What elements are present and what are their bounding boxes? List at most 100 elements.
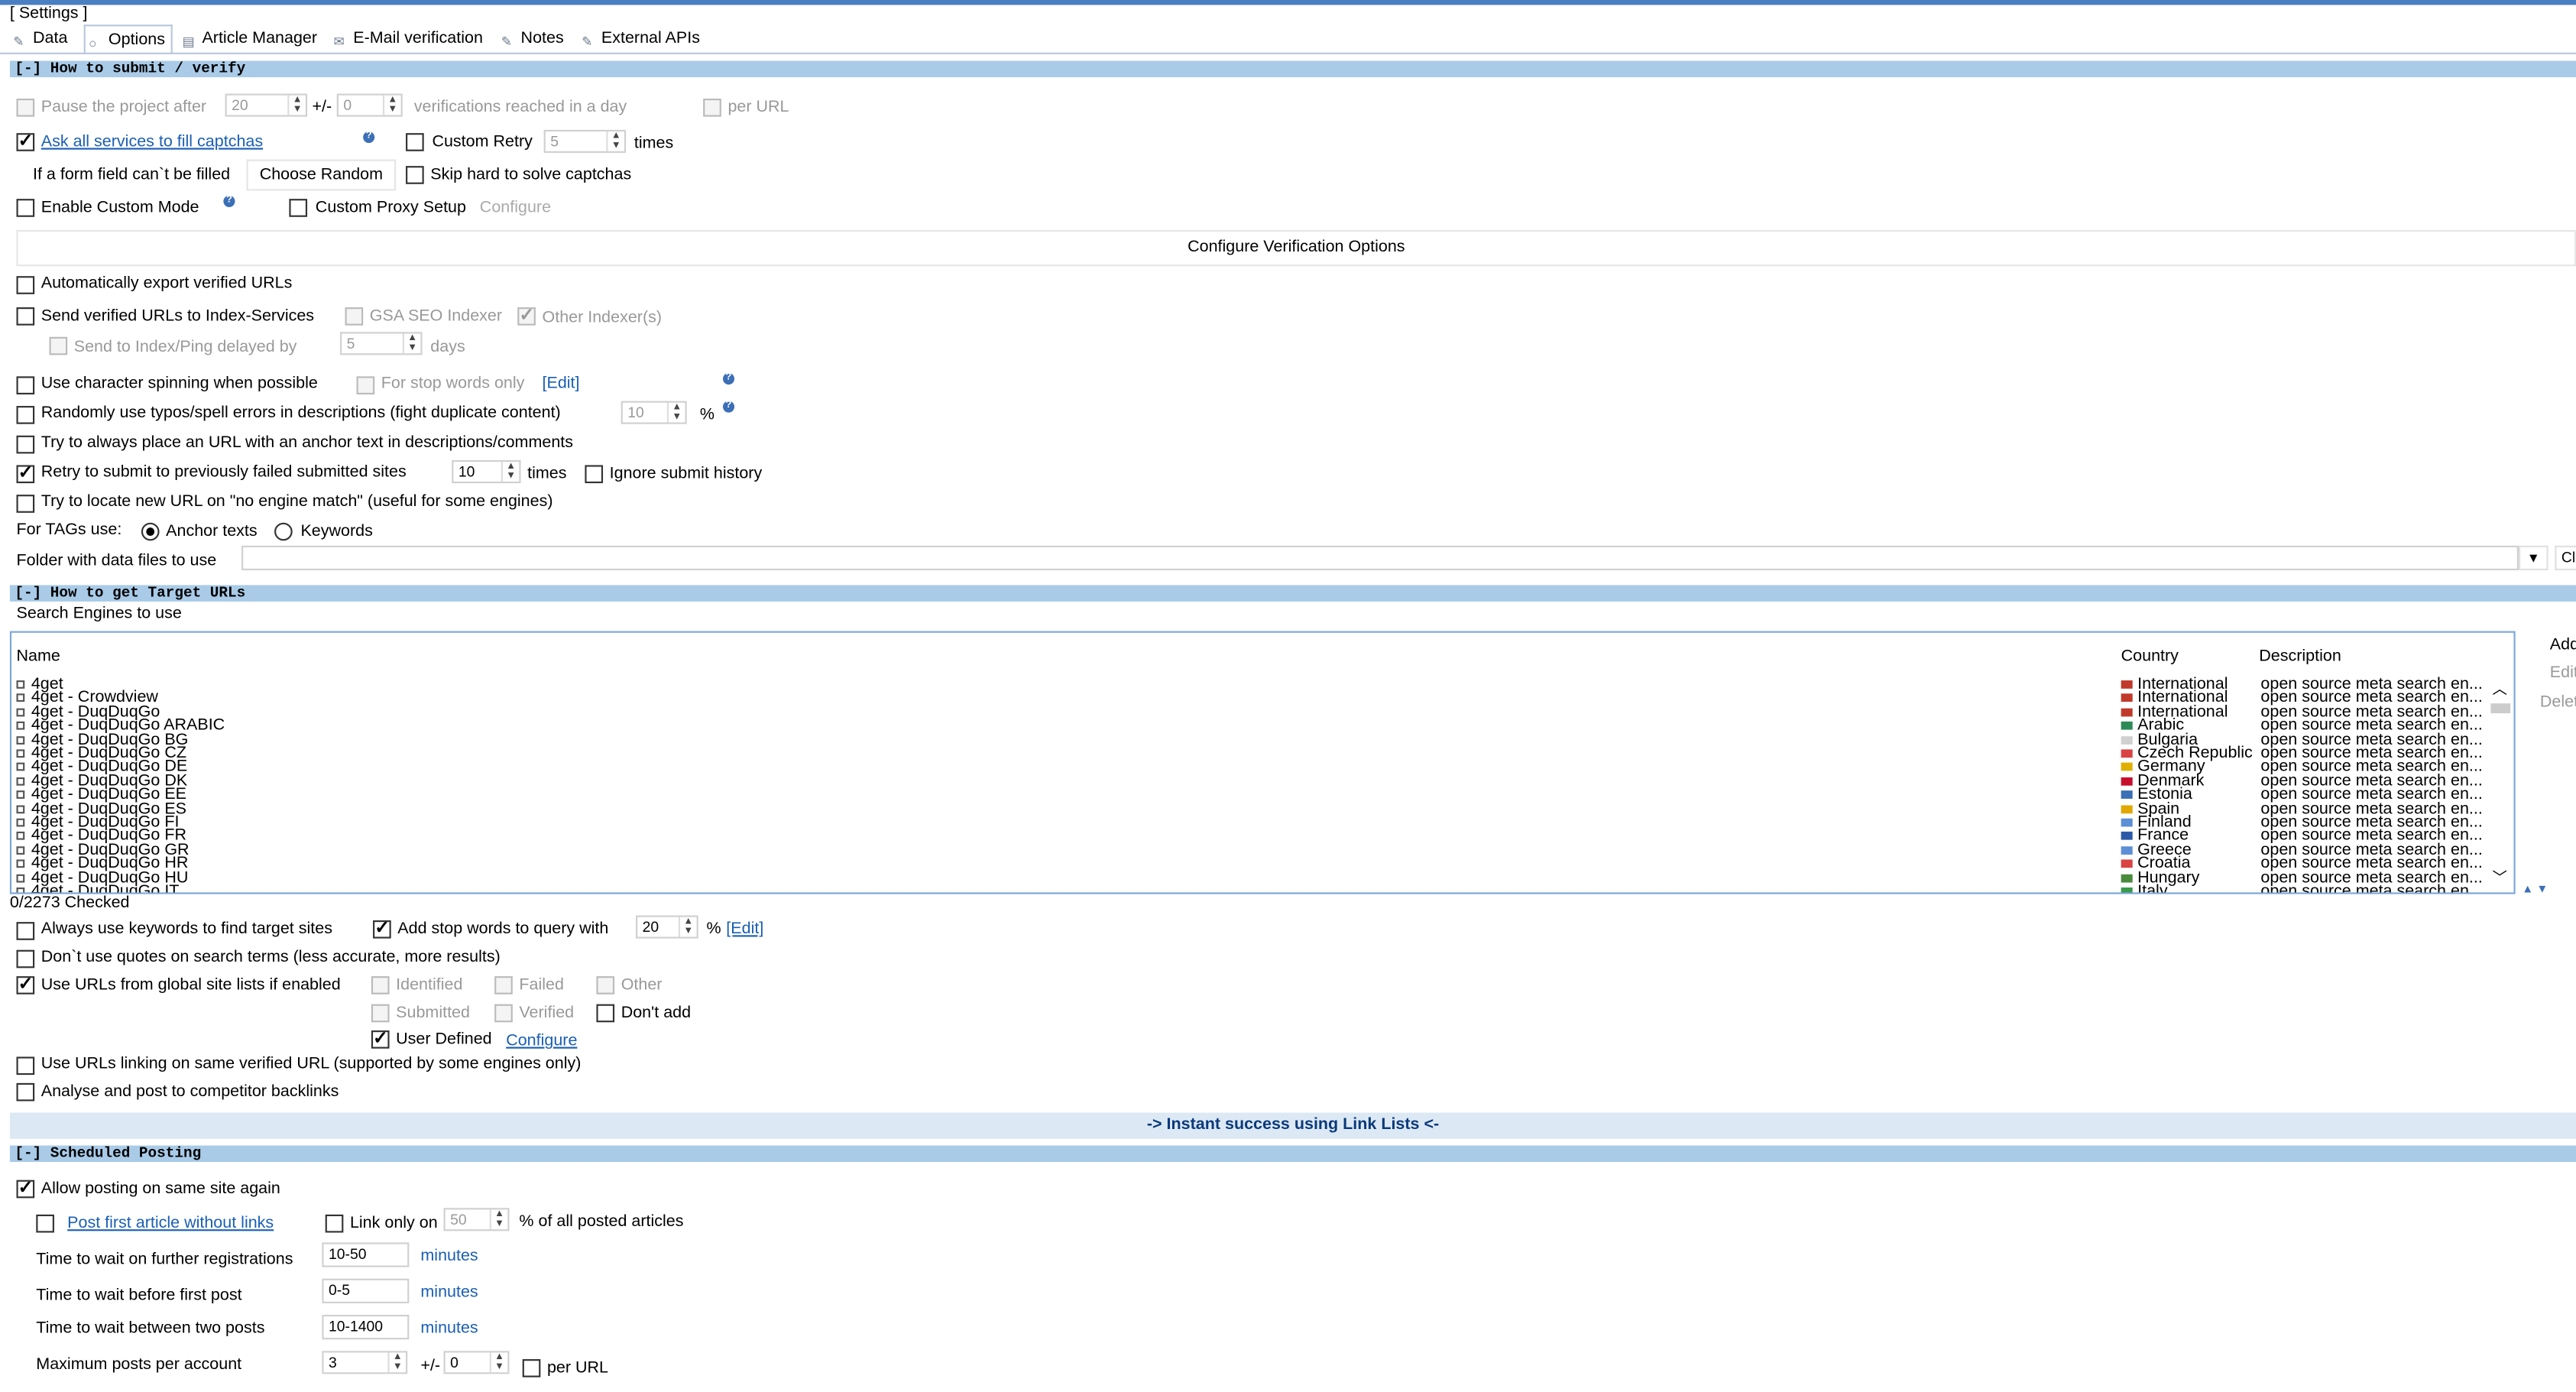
skip-hard-checkbox[interactable]	[406, 166, 424, 184]
table-row[interactable]: 4get - DuqDuqGo EE Estonia open source met…	[11, 787, 2493, 803]
pause-project-checkbox[interactable]	[16, 99, 35, 117]
tab-options[interactable]: ○ Options	[83, 24, 173, 54]
wait-registrations-input[interactable]: 10-50	[322, 1242, 410, 1267]
row-checkbox[interactable]	[16, 790, 25, 800]
row-checkbox[interactable]	[16, 722, 25, 731]
row-checkbox[interactable]	[16, 859, 25, 868]
max-posts-variance-stepper[interactable]: 0 ▲ ▼	[443, 1351, 510, 1374]
section-header-scheduled[interactable]: [-] Scheduled Posting	[9, 1145, 2576, 1163]
row-checkbox[interactable]	[16, 845, 25, 855]
table-row[interactable]: 4get - DuqDuqGo CZ Czech Republic open sou…	[11, 745, 2493, 762]
user-defined-configure-link[interactable]: Configure	[506, 1032, 577, 1052]
tab-notes[interactable]: ✎ Notes	[497, 24, 570, 53]
identified-checkbox[interactable]	[371, 976, 390, 995]
no-quotes-checkbox[interactable]	[16, 949, 35, 969]
table-row[interactable]: 4get - DuqDuqGo International open source …	[11, 704, 2493, 720]
retry-value-stepper[interactable]: 5 ▲ ▼	[543, 129, 627, 153]
retry-failed-stepper[interactable]: 10 ▲ ▼	[452, 460, 521, 484]
stepper-arrows-icon[interactable]: ▲ ▼	[489, 1209, 508, 1230]
edit-engine-button[interactable]: Edit	[2550, 664, 2576, 684]
row-checkbox[interactable]	[16, 804, 25, 813]
anchor-place-checkbox[interactable]	[16, 435, 35, 454]
pause-value-stepper[interactable]: 20 ▲ ▼	[225, 93, 308, 117]
sort-arrows-icon[interactable]: ▲ ▼	[2522, 884, 2548, 896]
scrollbar-thumb[interactable]	[2490, 703, 2511, 714]
column-header-country[interactable]: Country	[2121, 647, 2179, 666]
info-icon[interactable]: ?	[723, 373, 735, 385]
ask-services-link[interactable]: Ask all services to fill captchas	[41, 133, 263, 153]
verified-checkbox[interactable]	[494, 1004, 513, 1023]
row-checkbox[interactable]	[16, 708, 25, 716]
other-indexer-checkbox[interactable]: ✓	[517, 307, 536, 326]
ignore-history-checkbox[interactable]	[585, 465, 604, 484]
stepper-arrows-icon[interactable]: ▲ ▼	[666, 402, 685, 423]
linking-same-checkbox[interactable]	[16, 1056, 35, 1076]
stop-words-stepper[interactable]: 20 ▲ ▼	[636, 915, 698, 939]
stepper-arrows-icon[interactable]: ▲ ▼	[402, 333, 421, 354]
stepper-arrows-icon[interactable]: ▲ ▼	[387, 1352, 406, 1373]
typos-checkbox[interactable]	[16, 406, 35, 424]
wait-between-posts-input[interactable]: 10-1400	[322, 1315, 410, 1340]
gsa-indexer-checkbox[interactable]	[345, 307, 364, 326]
custom-mode-checkbox[interactable]	[16, 199, 35, 217]
auto-export-checkbox[interactable]	[16, 276, 35, 294]
table-row[interactable]: 4get - DuqDuqGo GR Greece open source meta…	[11, 842, 2493, 858]
section-header-targets[interactable]: [-] How to get Target URLs	[9, 585, 2576, 602]
table-row[interactable]: 4get - DuqDuqGo IT Italy open source meta …	[11, 884, 2493, 893]
folder-dropdown-icon[interactable]: ▼	[2518, 545, 2548, 571]
always-keywords-checkbox[interactable]	[16, 922, 35, 940]
row-checkbox[interactable]	[16, 763, 25, 772]
locate-new-checkbox[interactable]	[16, 495, 35, 513]
retry-failed-checkbox[interactable]: ✓	[16, 464, 35, 484]
row-checkbox[interactable]	[16, 818, 25, 827]
send-delayed-checkbox[interactable]	[49, 336, 68, 355]
table-row[interactable]: 4get - DuqDuqGo HR Croatia open source met…	[11, 855, 2493, 872]
configure-verification-button[interactable]: Configure Verification Options	[16, 230, 2576, 267]
folder-clear-button[interactable]: Cl	[2555, 545, 2576, 571]
row-checkbox[interactable]	[16, 680, 25, 689]
column-header-name[interactable]: Name	[17, 647, 60, 666]
row-checkbox[interactable]	[16, 735, 25, 745]
column-header-description[interactable]: Description	[2259, 647, 2341, 666]
section-header-submit[interactable]: [-] How to submit / verify	[9, 60, 2576, 78]
other-checkbox[interactable]	[596, 976, 615, 995]
table-row[interactable]: 4get - DuqDuqGo HU Hungary open source met…	[11, 870, 2493, 886]
char-spin-checkbox[interactable]	[16, 376, 35, 394]
typos-stepper[interactable]: 10 ▲ ▼	[621, 401, 687, 424]
table-row[interactable]: 4get - DuqDuqGo ARABIC Arabic open source …	[11, 718, 2493, 734]
search-engines-grid[interactable]: Name Country Description 4get Internation…	[9, 631, 2516, 894]
custom-retry-checkbox[interactable]	[406, 133, 424, 151]
stop-words-only-checkbox[interactable]	[356, 376, 375, 394]
folder-input[interactable]	[241, 545, 2519, 571]
table-row[interactable]: 4get - DuqDuqGo DE Germany open source met…	[11, 759, 2493, 776]
stepper-arrows-icon[interactable]: ▲ ▼	[382, 95, 401, 115]
info-icon[interactable]: ?	[723, 401, 735, 413]
row-checkbox[interactable]	[16, 887, 25, 893]
first-article-checkbox[interactable]	[36, 1214, 54, 1233]
info-icon[interactable]: ?	[223, 195, 235, 207]
delayed-stepper[interactable]: 5 ▲ ▼	[340, 332, 423, 355]
stepper-arrows-icon[interactable]: ▲ ▼	[489, 1352, 508, 1373]
edit-query-stop-words-link[interactable]: [Edit]	[726, 920, 763, 940]
wait-first-post-input[interactable]: 0-5	[322, 1278, 410, 1303]
edit-stop-words-link[interactable]: [Edit]	[543, 375, 580, 394]
add-stop-words-checkbox[interactable]: ✓	[373, 920, 391, 939]
tab-external-apis[interactable]: ✎ External APIs	[578, 24, 707, 53]
delete-engine-button[interactable]: Delete	[2540, 693, 2576, 713]
per-url-checkbox[interactable]	[703, 99, 721, 117]
info-icon[interactable]: ?	[363, 131, 375, 144]
add-engine-button[interactable]: Add	[2550, 636, 2576, 656]
dont-add-checkbox[interactable]	[596, 1004, 615, 1023]
competitor-checkbox[interactable]	[16, 1082, 35, 1102]
proxy-configure-link[interactable]: Configure	[480, 199, 551, 219]
stepper-arrows-icon[interactable]: ▲ ▼	[501, 462, 520, 482]
link-only-checkbox[interactable]	[325, 1214, 344, 1233]
stepper-arrows-icon[interactable]: ▲ ▼	[287, 95, 306, 115]
max-posts-per-url-checkbox[interactable]	[522, 1359, 541, 1377]
stepper-arrows-icon[interactable]: ▲ ▼	[678, 917, 697, 937]
keywords-radio[interactable]	[274, 522, 293, 541]
row-checkbox[interactable]	[16, 873, 25, 882]
link-only-stepper[interactable]: 50 ▲ ▼	[443, 1208, 510, 1231]
table-row[interactable]: 4get - DuqDuqGo BG Bulgaria open source me…	[11, 732, 2493, 748]
scroll-up-icon[interactable]: ︿	[2493, 677, 2507, 699]
